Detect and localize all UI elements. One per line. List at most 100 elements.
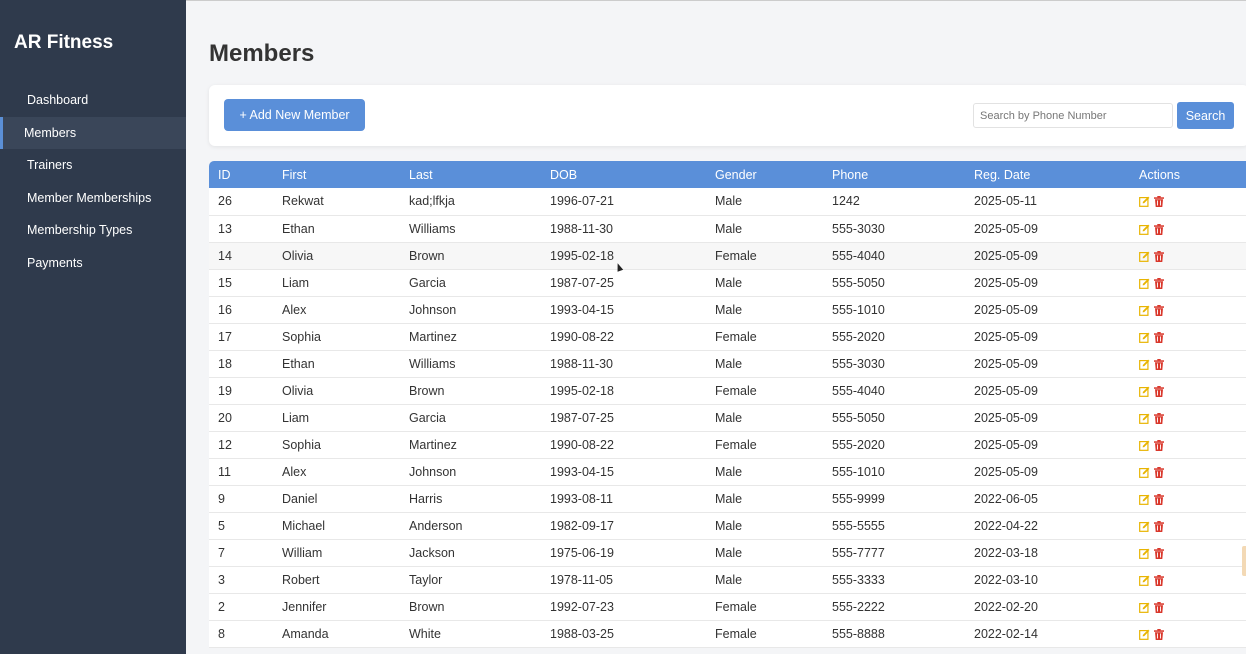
cell-actions <box>1130 242 1246 269</box>
sidebar-item-member-memberships[interactable]: Member Memberships <box>0 182 186 215</box>
cell-gender: Male <box>715 302 743 317</box>
page-title: Members <box>209 40 315 67</box>
edit-icon[interactable] <box>1139 332 1150 343</box>
cell-id: 13 <box>218 221 232 236</box>
trash-icon[interactable] <box>1154 466 1164 478</box>
edit-icon[interactable] <box>1139 629 1150 640</box>
edit-icon[interactable] <box>1139 548 1150 559</box>
table-row: 8 Amanda White 1988-03-25 Female 555-8888 2022… <box>209 620 1246 647</box>
cell-last-name: Jackson <box>409 545 455 560</box>
sidebar-item-members[interactable]: Members <box>0 116 186 149</box>
cell-gender: Female <box>715 626 757 641</box>
cell-id: 20 <box>218 410 232 425</box>
add-new-member-button[interactable]: + Add New Member <box>224 99 365 131</box>
column-header-reg-date[interactable]: Reg. Date <box>965 161 1130 188</box>
cell-dob: 1996-07-21 <box>550 194 614 209</box>
edit-icon[interactable] <box>1139 521 1150 532</box>
sidebar-item-trainers[interactable]: Trainers <box>0 149 186 182</box>
sidebar-item-dashboard[interactable]: Dashboard <box>0 84 186 117</box>
cell-first-name: Amanda <box>282 626 329 641</box>
cell-id: 8 <box>218 626 225 641</box>
trash-icon[interactable] <box>1154 412 1164 424</box>
cell-reg-date: 2022-02-20 <box>974 599 1038 614</box>
cell-dob: 1988-11-30 <box>550 356 614 371</box>
column-header-first[interactable]: First <box>273 161 400 188</box>
cell-first-name: Olivia <box>282 248 314 263</box>
trash-icon[interactable] <box>1154 277 1164 289</box>
edit-icon[interactable] <box>1139 196 1150 208</box>
trash-icon[interactable] <box>1154 574 1164 586</box>
cell-actions <box>1130 269 1246 296</box>
cell-dob: 1992-07-23 <box>550 599 614 614</box>
cell-last-name: Harris <box>409 491 443 506</box>
cell-last-name: Martinez <box>409 329 457 344</box>
sidebar-item-membership-types[interactable]: Membership Types <box>0 214 186 247</box>
edit-icon[interactable] <box>1139 386 1150 397</box>
search-input[interactable] <box>973 103 1173 128</box>
trash-icon[interactable] <box>1154 493 1164 505</box>
table-row: 26 Rekwat kad;lfkja 1996-07-21 Male 1242 2025-… <box>209 188 1246 215</box>
trash-icon[interactable] <box>1154 223 1164 235</box>
edit-icon[interactable] <box>1139 467 1150 478</box>
cell-last-name: Johnson <box>409 464 457 479</box>
edit-icon[interactable] <box>1139 359 1150 370</box>
cell-reg-date: 2025-05-09 <box>974 356 1038 371</box>
cell-first-name: Rekwat <box>282 194 324 209</box>
cell-reg-date: 2025-05-09 <box>974 383 1038 398</box>
edit-icon[interactable] <box>1139 575 1150 586</box>
trash-icon[interactable] <box>1154 439 1164 451</box>
cell-phone: 555-7777 <box>832 545 885 560</box>
edit-icon[interactable] <box>1139 602 1150 613</box>
cell-last-name: Williams <box>409 356 456 371</box>
cell-reg-date: 2022-03-10 <box>974 572 1038 587</box>
table-row: 13 Ethan Williams 1988-11-30 Male 555-3030 202… <box>209 215 1246 242</box>
edit-icon[interactable] <box>1139 278 1150 289</box>
edit-icon[interactable] <box>1139 413 1150 424</box>
edge-handle[interactable] <box>1242 546 1246 576</box>
column-header-last[interactable]: Last <box>400 161 541 188</box>
cell-dob: 1993-04-15 <box>550 302 614 317</box>
column-header-gender[interactable]: Gender <box>706 161 823 188</box>
trash-icon[interactable] <box>1154 304 1164 316</box>
table-row: 12 Sophia Martinez 1990-08-22 Female 555-2020… <box>209 431 1246 458</box>
cell-first-name: Alex <box>282 302 307 317</box>
cell-first-name: Ethan <box>282 356 315 371</box>
cell-id: 3 <box>218 572 225 587</box>
cell-dob: 1995-02-18 <box>550 383 614 398</box>
trash-icon[interactable] <box>1154 385 1164 397</box>
cell-id: 9 <box>218 491 225 506</box>
cell-reg-date: 2025-05-11 <box>974 194 1038 209</box>
cell-phone: 555-2020 <box>832 437 885 452</box>
table-body: 26 Rekwat kad;lfkja 1996-07-21 Male 1242 2025-… <box>209 188 1246 647</box>
column-header-phone[interactable]: Phone <box>823 161 965 188</box>
search-button[interactable]: Search <box>1177 102 1234 129</box>
trash-icon[interactable] <box>1154 250 1164 262</box>
cell-dob: 1990-08-22 <box>550 437 614 452</box>
cell-first-name: Sophia <box>282 437 321 452</box>
cell-gender: Male <box>715 518 743 533</box>
trash-icon[interactable] <box>1154 520 1164 532</box>
trash-icon[interactable] <box>1154 358 1164 370</box>
cell-first-name: Olivia <box>282 383 314 398</box>
edit-icon[interactable] <box>1139 224 1150 235</box>
cell-first-name: Alex <box>282 464 307 479</box>
cell-gender: Female <box>715 383 757 398</box>
cell-gender: Male <box>715 194 743 209</box>
edit-icon[interactable] <box>1139 494 1150 505</box>
trash-icon[interactable] <box>1154 547 1164 559</box>
trash-icon[interactable] <box>1154 628 1164 640</box>
table-row: 17 Sophia Martinez 1990-08-22 Female 555-2020… <box>209 323 1246 350</box>
column-header-id[interactable]: ID <box>209 161 273 188</box>
cell-id: 15 <box>218 275 232 290</box>
trash-icon[interactable] <box>1154 331 1164 343</box>
trash-icon[interactable] <box>1154 196 1164 208</box>
edit-icon[interactable] <box>1139 251 1150 262</box>
cell-gender: Male <box>715 221 743 236</box>
column-header-dob[interactable]: DOB <box>541 161 706 188</box>
sidebar-item-payments[interactable]: Payments <box>0 247 186 280</box>
cell-dob: 1988-11-30 <box>550 221 614 236</box>
cell-id: 18 <box>218 356 232 371</box>
edit-icon[interactable] <box>1139 305 1150 316</box>
edit-icon[interactable] <box>1139 440 1150 451</box>
trash-icon[interactable] <box>1154 601 1164 613</box>
